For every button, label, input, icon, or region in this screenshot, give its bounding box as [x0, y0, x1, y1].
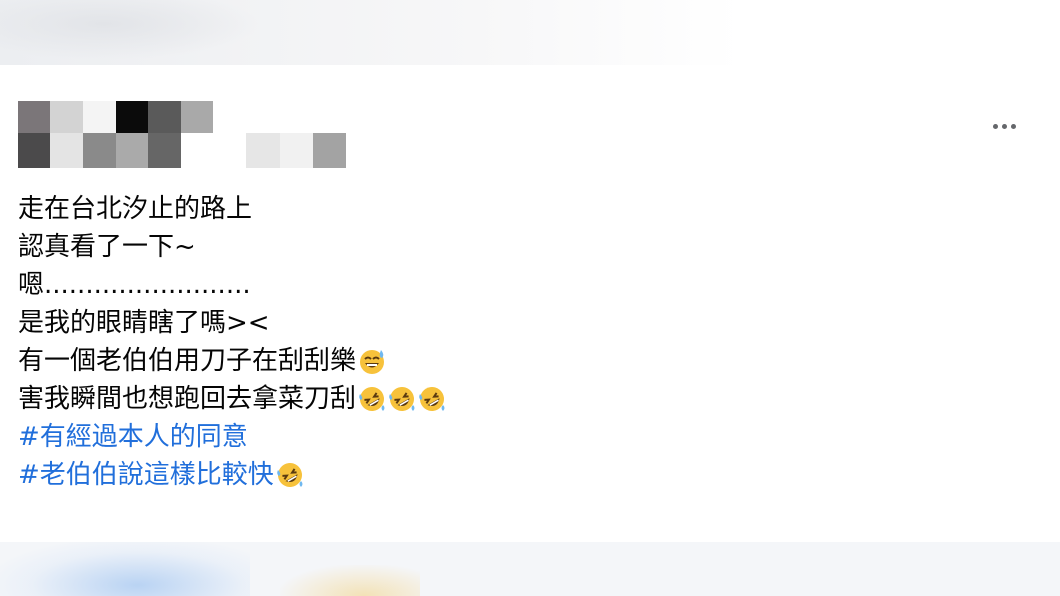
hashtag-text[interactable]: #有經過本人的同意	[18, 418, 248, 456]
post-message: 走在台北汐止的路上 認真看了一下~ 嗯.....................…	[18, 190, 918, 494]
post-line-text: 是我的眼睛瞎了嗎><	[18, 308, 270, 338]
hashtag-link[interactable]: #老伯伯說這樣比較快	[18, 456, 918, 494]
rofl-icon	[359, 387, 385, 411]
more-dot	[1010, 123, 1016, 129]
more-options-button[interactable]	[982, 112, 1026, 140]
post-line-text: 走在台北汐止的路上	[18, 194, 253, 224]
hashtag-text[interactable]: #老伯伯說這樣比較快	[18, 456, 274, 494]
rofl-icon	[276, 463, 303, 487]
post-line: 嗯.........................	[18, 266, 918, 304]
post-line-text: 認真看了一下~	[18, 232, 196, 262]
post-line: 害我瞬間也想跑回去拿菜刀刮	[18, 380, 918, 418]
more-dot	[992, 123, 998, 129]
post-line-text: 有一個老伯伯用刀子在刮刮樂	[18, 346, 357, 376]
more-dot	[1001, 123, 1007, 129]
blurred-previous-post-shade	[0, 0, 260, 60]
sweat-smile-icon	[360, 350, 385, 374]
post-line: 走在台北汐止的路上	[18, 190, 918, 228]
rofl-icon	[389, 387, 415, 411]
blurred-next-content-shade	[280, 565, 420, 596]
post-line: 是我的眼睛瞎了嗎><	[18, 304, 918, 342]
post-line-text: 害我瞬間也想跑回去拿菜刀刮	[18, 384, 357, 414]
rofl-icon	[419, 387, 445, 411]
hashtag-link[interactable]: #有經過本人的同意	[18, 418, 918, 456]
blurred-next-content-shade	[0, 542, 250, 596]
post-line: 有一個老伯伯用刀子在刮刮樂	[18, 342, 918, 380]
post-line-text: 嗯.........................	[18, 270, 251, 300]
post-line: 認真看了一下~	[18, 228, 918, 266]
